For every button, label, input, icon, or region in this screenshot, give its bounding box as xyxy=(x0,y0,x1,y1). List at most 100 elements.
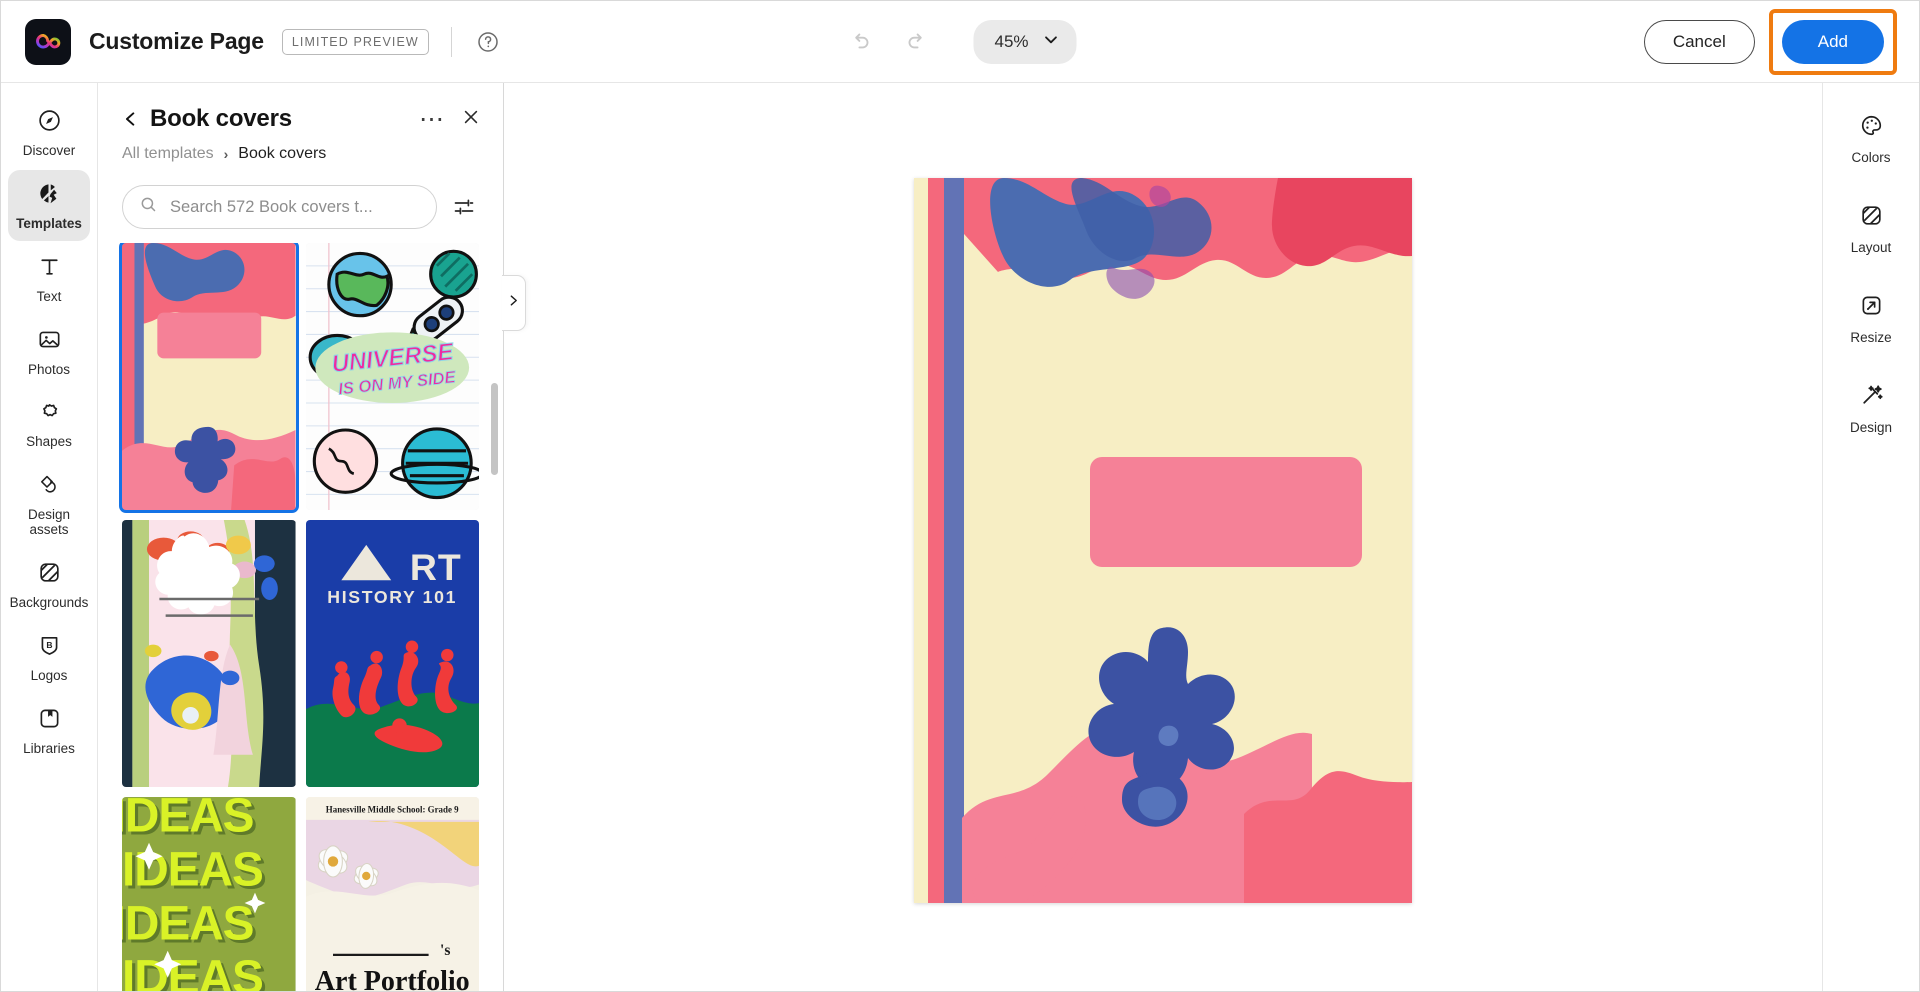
template-card-floral-blank[interactable] xyxy=(122,520,296,787)
question-mark-circle-icon[interactable] xyxy=(474,28,502,56)
svg-text:B: B xyxy=(46,640,52,650)
template-card-pink-blue-botanical[interactable] xyxy=(119,243,299,513)
right-rail-item-label: Design xyxy=(1849,420,1893,435)
search-box[interactable] xyxy=(122,185,437,229)
right-rail-item-label: Colors xyxy=(1851,150,1891,165)
compass-icon xyxy=(37,108,62,138)
panel-scrollbar-thumb[interactable] xyxy=(491,383,498,475)
sidebar-item-shapes[interactable]: Shapes xyxy=(8,388,90,459)
sidebar-item-label: Templates xyxy=(16,215,82,231)
backgrounds-icon xyxy=(37,560,62,590)
main-body: Discover Templates Text Photos Shapes De… xyxy=(1,83,1919,991)
top-bar-right: Cancel Add xyxy=(1643,8,1919,75)
sidebar-item-label: Logos xyxy=(30,667,68,683)
sidebar-item-label: Libraries xyxy=(23,740,75,756)
svg-text:'s: 's xyxy=(440,942,450,959)
limited-preview-badge: LIMITED PREVIEW xyxy=(281,28,429,55)
sidebar-item-label: Text xyxy=(36,288,62,304)
svg-text:IDEAS: IDEAS xyxy=(122,843,263,896)
right-rail-item-layout[interactable]: Layout xyxy=(1831,195,1911,263)
chevron-right-icon xyxy=(507,292,520,314)
sidebar-item-label: Shapes xyxy=(26,434,72,450)
logo-badge-icon: B xyxy=(37,633,62,663)
expand-panel-button[interactable] xyxy=(502,275,526,331)
ellipsis-icon[interactable]: ⋯ xyxy=(419,107,445,132)
sidebar-item-label: Discover xyxy=(22,143,76,158)
book-cover-document[interactable] xyxy=(914,178,1412,903)
page-title: Customize Page xyxy=(89,28,264,54)
panel-actions: ⋯ xyxy=(419,107,481,132)
right-rail-item-label: Resize xyxy=(1850,330,1892,345)
right-rail-item-colors[interactable]: Colors xyxy=(1831,105,1911,173)
customize-page-app: Customize Page LIMITED PREVIEW 45% Cance… xyxy=(0,0,1920,992)
template-grid: UNIVERSE IS ON MY SIDE RT HISTORY 101 ID… xyxy=(119,243,479,991)
svg-text:RT: RT xyxy=(409,546,461,588)
panel-title-row: Book covers ⋯ xyxy=(122,105,481,133)
close-x-icon[interactable] xyxy=(461,107,481,132)
sidebar-item-label: Photos xyxy=(27,361,71,377)
left-tool-rail: Discover Templates Text Photos Shapes De… xyxy=(1,83,98,991)
svg-text:Art Portfolio: Art Portfolio xyxy=(314,966,469,991)
creative-cloud-logo-icon[interactable] xyxy=(25,18,71,65)
breadcrumb-current: Book covers xyxy=(238,145,327,162)
text-t-icon xyxy=(37,254,62,284)
panel-header: Book covers ⋯ All templates › Book cover… xyxy=(98,83,503,229)
palette-icon xyxy=(1859,113,1884,143)
templates-panel: Book covers ⋯ All templates › Book cover… xyxy=(98,83,526,991)
divider xyxy=(450,26,452,57)
template-card-art-portfolio[interactable]: Hanesville Middle School: Grade 9 's Art… xyxy=(305,797,479,991)
sidebar-item-templates[interactable]: Templates xyxy=(8,169,90,241)
right-tool-rail: Colors Layout Resize Design xyxy=(1822,83,1919,991)
book-icon xyxy=(37,706,62,736)
svg-text:HISTORY 101: HISTORY 101 xyxy=(327,587,457,607)
sidebar-item-label: Backgrounds xyxy=(9,594,89,610)
sidebar-item-logos[interactable]: B Logos xyxy=(8,622,90,693)
magic-wand-icon xyxy=(1859,383,1884,413)
photo-icon xyxy=(37,327,62,357)
template-card-art-history-101[interactable]: RT HISTORY 101 xyxy=(305,520,479,787)
right-rail-item-resize[interactable]: Resize xyxy=(1831,285,1911,353)
sidebar-item-backgrounds[interactable]: Backgrounds xyxy=(8,549,90,620)
template-card-universe-is-on-my-side[interactable]: UNIVERSE IS ON MY SIDE xyxy=(305,243,479,510)
sidebar-item-photos[interactable]: Photos xyxy=(8,316,90,387)
layout-icon xyxy=(1859,203,1884,233)
sidebar-item-label: Design assets xyxy=(27,507,71,538)
zoom-level-selector[interactable]: 45% xyxy=(973,19,1077,64)
sidebar-item-text[interactable]: Text xyxy=(8,243,90,314)
breadcrumb-all-templates[interactable]: All templates xyxy=(122,145,214,163)
add-button[interactable]: Add xyxy=(1781,19,1884,64)
chevron-left-icon[interactable] xyxy=(122,108,139,130)
filter-sliders-icon[interactable] xyxy=(449,192,479,222)
zoom-controls: 45% xyxy=(843,19,1077,64)
svg-text:Hanesville Middle School: Grad: Hanesville Middle School: Grade 9 xyxy=(325,805,458,815)
add-button-highlight: Add xyxy=(1768,8,1897,75)
svg-text:IDEAS: IDEAS xyxy=(122,897,253,950)
zoom-level-value: 45% xyxy=(994,31,1029,51)
template-grid-wrapper: UNIVERSE IS ON MY SIDE RT HISTORY 101 ID… xyxy=(98,243,503,991)
template-card-ideas-repeat-type[interactable]: IDEAS IDEAS IDEAS IDEAS IDEAS IDEAS IDEA… xyxy=(122,797,296,991)
canvas-area[interactable] xyxy=(504,83,1822,991)
breadcrumb-separator: › xyxy=(223,146,229,162)
templates-icon xyxy=(37,181,62,211)
sidebar-item-design-assets[interactable]: Design assets xyxy=(8,461,90,547)
breadcrumb: All templates › Book covers xyxy=(122,145,481,163)
sidebar-item-discover[interactable]: Discover xyxy=(8,97,90,168)
search-row xyxy=(122,185,481,229)
redo-icon[interactable] xyxy=(899,25,933,59)
cancel-button[interactable]: Cancel xyxy=(1643,19,1755,64)
right-rail-item-label: Layout xyxy=(1850,240,1892,255)
sidebar-item-libraries[interactable]: Libraries xyxy=(8,695,90,766)
top-bar: Customize Page LIMITED PREVIEW 45% Cance… xyxy=(1,1,1919,83)
right-rail-item-design[interactable]: Design xyxy=(1831,375,1911,443)
search-icon xyxy=(139,195,158,219)
design-assets-icon xyxy=(37,472,62,502)
chevron-down-icon xyxy=(1043,31,1060,53)
svg-text:IDEAS: IDEAS xyxy=(122,951,263,991)
top-bar-left: Customize Page LIMITED PREVIEW xyxy=(1,18,502,65)
starburst-icon xyxy=(37,399,62,429)
undo-icon[interactable] xyxy=(843,25,877,59)
resize-icon xyxy=(1859,293,1884,323)
panel-title: Book covers xyxy=(150,105,292,132)
svg-text:IDEAS: IDEAS xyxy=(122,797,253,842)
search-input[interactable] xyxy=(170,197,420,217)
